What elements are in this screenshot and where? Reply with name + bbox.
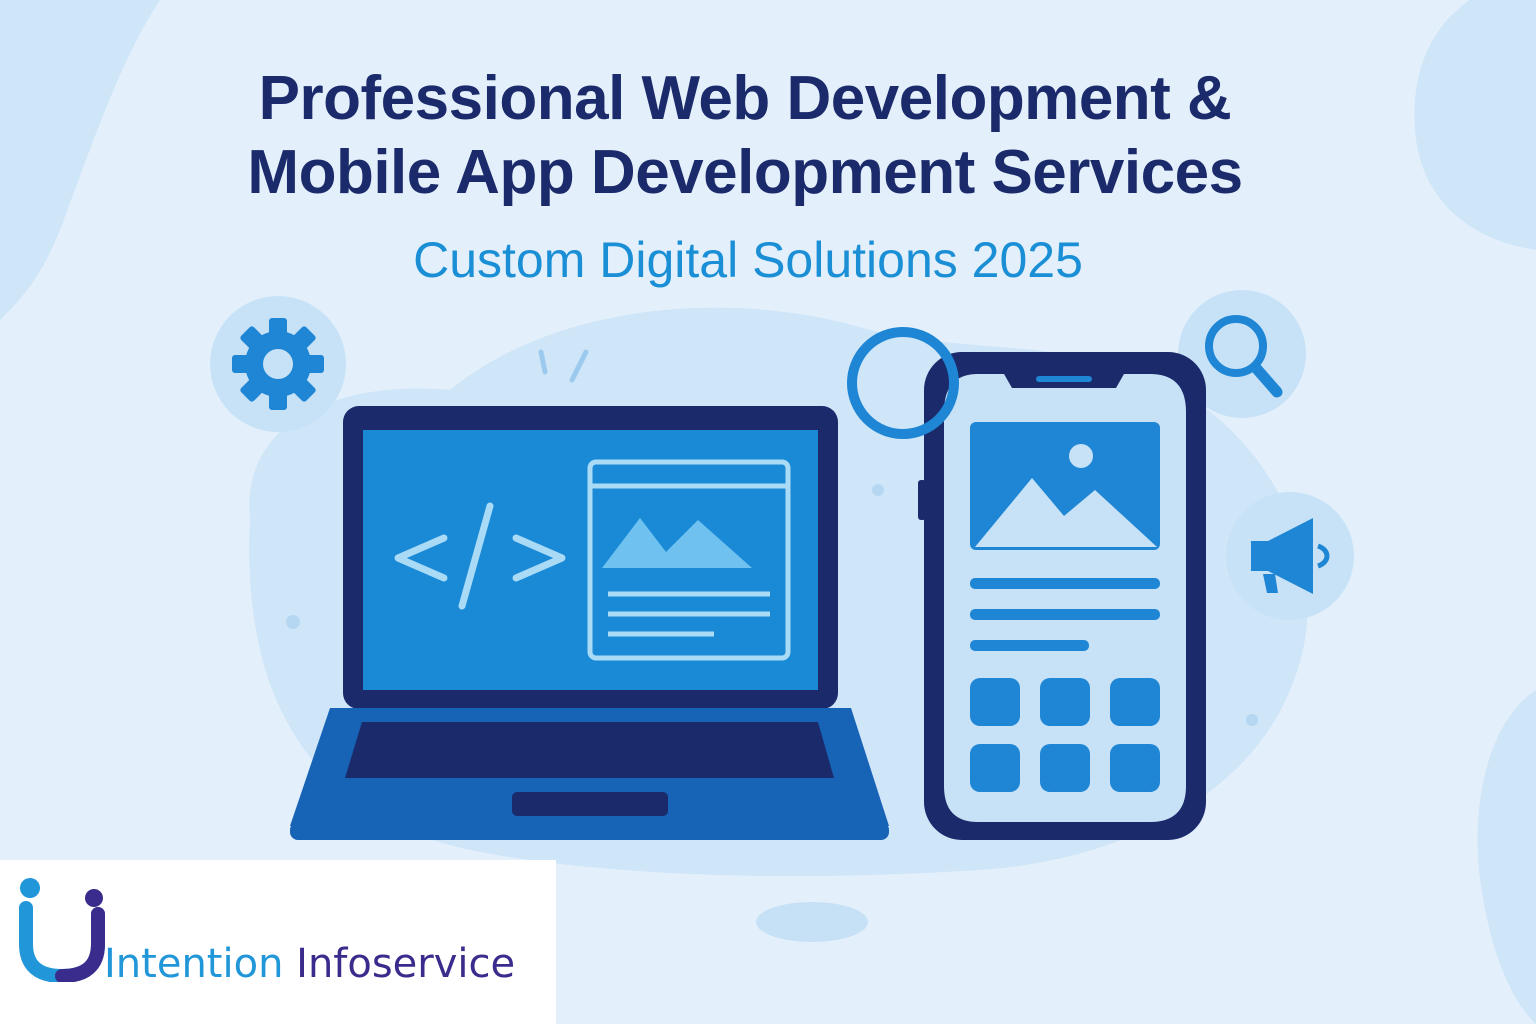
brand-name-part2: Infoservice — [296, 941, 516, 987]
gear-icon — [210, 296, 346, 432]
brand-name: Intention Infoservice — [104, 938, 515, 990]
laptop — [290, 406, 889, 840]
phone — [918, 352, 1206, 840]
browser-window — [587, 459, 791, 661]
megaphone-icon — [1226, 492, 1354, 620]
image-icon — [970, 422, 1160, 550]
logo-icon — [19, 878, 105, 982]
brand-name-part1: Intention — [104, 941, 284, 987]
